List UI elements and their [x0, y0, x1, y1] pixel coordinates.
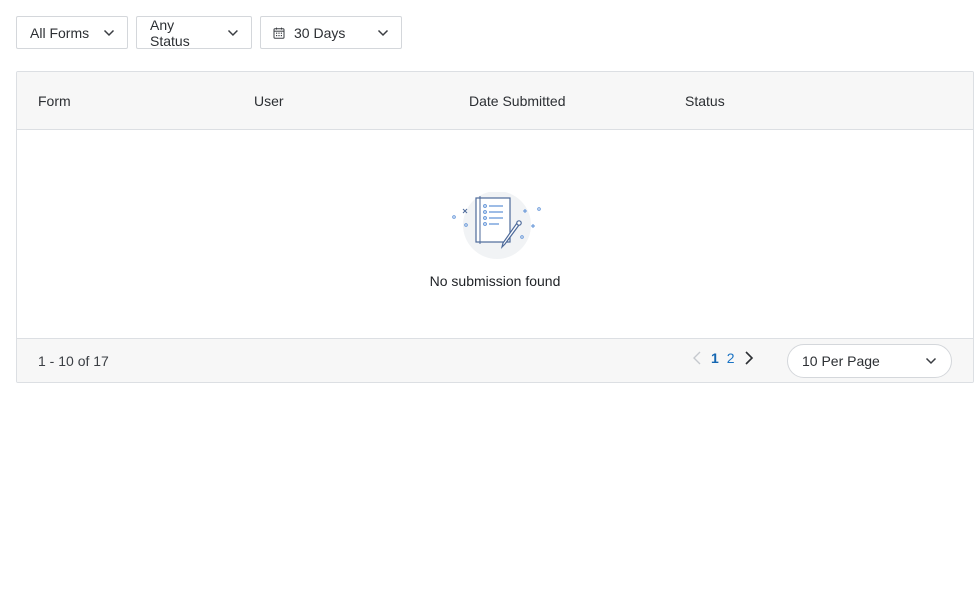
per-page-label: 10 Per Page [802, 353, 880, 369]
status-filter-label: Any Status [150, 16, 190, 49]
page-link-1[interactable]: 1 [711, 350, 719, 366]
chevron-right-icon[interactable] [743, 350, 755, 366]
page-link-2[interactable]: 2 [727, 350, 735, 366]
date-range-dropdown[interactable]: 30 Days [260, 16, 402, 49]
table-footer: 1 - 10 of 17 1 2 10 Per Page [17, 338, 973, 382]
submissions-table: Form User Date Submitted Status No submi… [16, 71, 974, 383]
chevron-down-icon [377, 29, 389, 36]
date-range-label: 30 Days [294, 24, 346, 41]
column-header-form[interactable]: Form [38, 93, 71, 109]
pagination: 1 2 [691, 350, 755, 366]
status-filter-dropdown[interactable]: Any Status [136, 16, 252, 49]
chevron-down-icon [228, 29, 239, 36]
filter-bar: All Forms Any Status 30 Days [16, 16, 402, 49]
chevron-down-icon [925, 357, 937, 365]
per-page-dropdown[interactable]: 10 Per Page [787, 344, 952, 378]
forms-filter-label: All Forms [30, 24, 90, 41]
empty-form-illustration [452, 192, 541, 259]
table-header: Form User Date Submitted Status [17, 72, 973, 130]
calendar-icon [273, 27, 285, 39]
empty-state: No submission found [17, 130, 973, 339]
column-header-status[interactable]: Status [685, 93, 725, 109]
chevron-left-icon[interactable] [691, 350, 703, 366]
forms-filter-dropdown[interactable]: All Forms [16, 16, 128, 49]
column-header-user[interactable]: User [254, 93, 284, 109]
chevron-down-icon [103, 29, 115, 36]
results-range: 1 - 10 of 17 [38, 353, 109, 369]
empty-state-message: No submission found [429, 273, 561, 289]
column-header-date-submitted[interactable]: Date Submitted [469, 93, 566, 109]
